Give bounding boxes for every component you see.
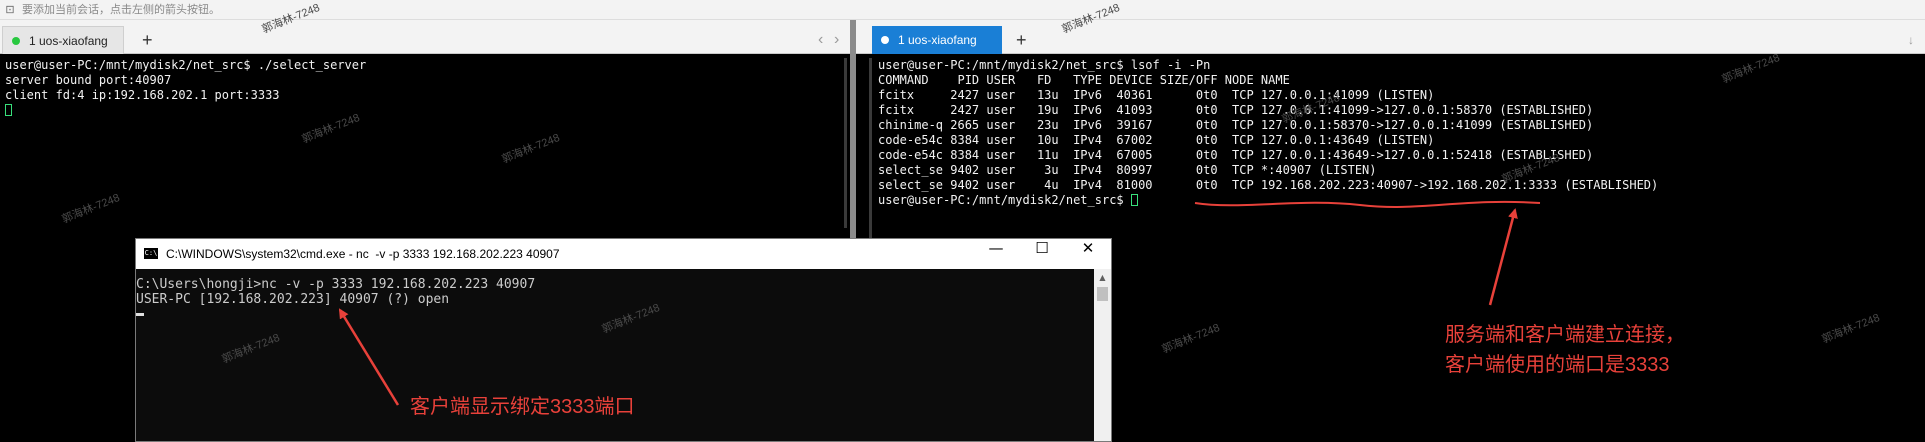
connection-underline bbox=[1194, 200, 1541, 209]
server-annotation-arrow bbox=[1488, 208, 1518, 306]
client-annotation-arrow bbox=[338, 308, 400, 406]
client-port-annotation: 客户端显示绑定3333端口 bbox=[410, 396, 635, 418]
server-connection-annotation-2: 客户端使用的端口是3333 bbox=[1445, 354, 1670, 376]
server-connection-annotation-1: 服务端和客户端建立连接， bbox=[1445, 324, 1685, 346]
